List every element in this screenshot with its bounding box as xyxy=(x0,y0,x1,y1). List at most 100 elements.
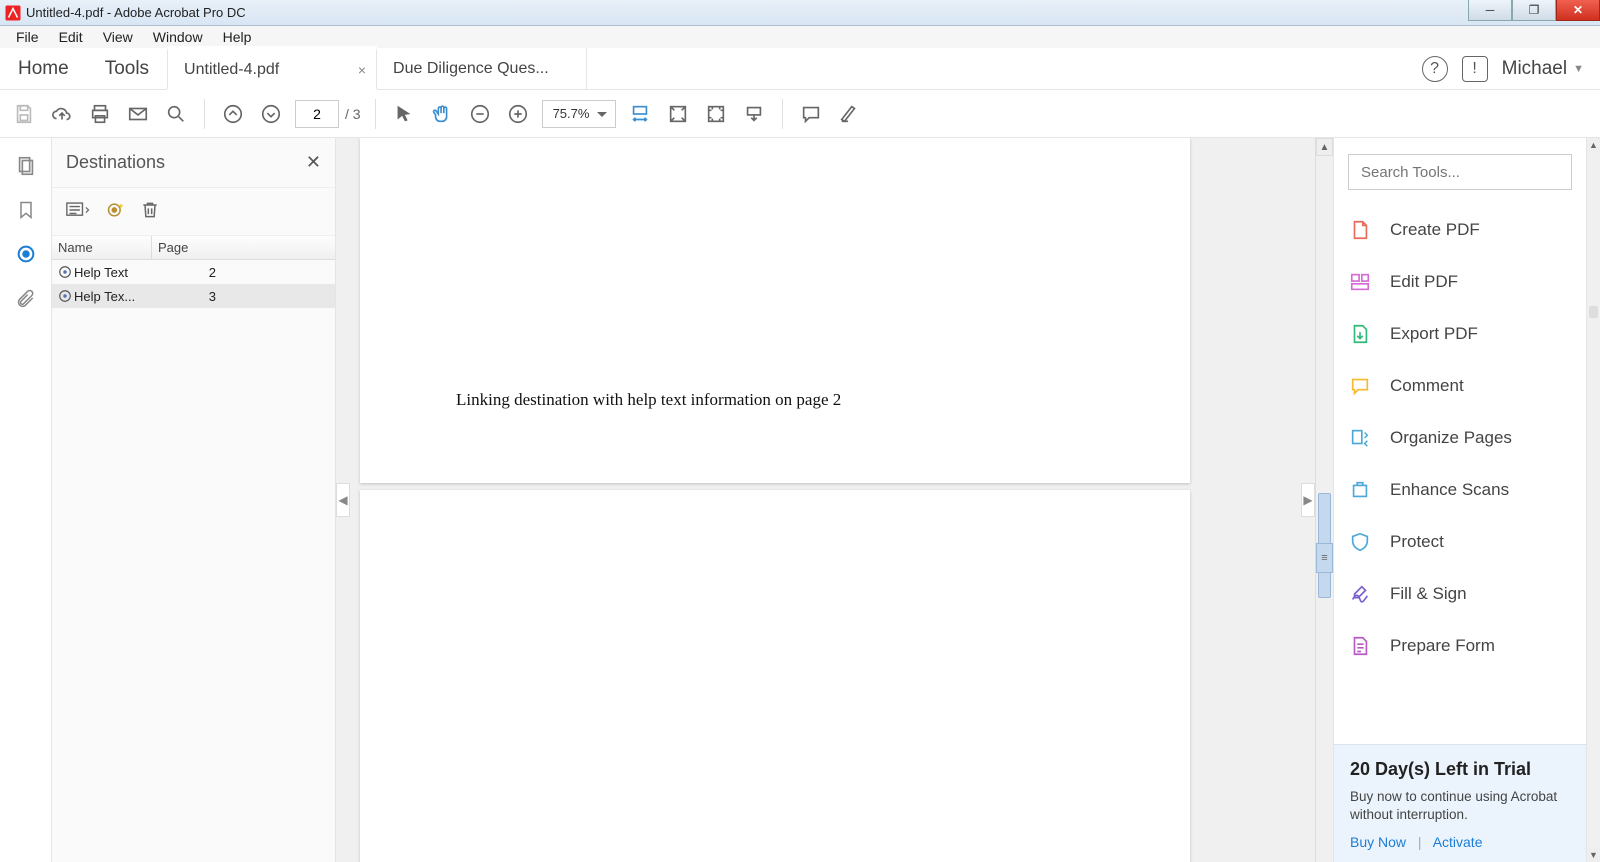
trial-title: 20 Day(s) Left in Trial xyxy=(1350,759,1570,780)
tool-icon xyxy=(1348,322,1372,346)
minimize-button[interactable]: ─ xyxy=(1468,0,1512,21)
scrollbar-grip-icon[interactable]: ≡ xyxy=(1316,543,1333,573)
search-tools-input[interactable] xyxy=(1348,154,1572,190)
tool-icon xyxy=(1348,478,1372,502)
tool-item-enhance-scans[interactable]: Enhance Scans xyxy=(1334,464,1586,516)
zoom-out-icon[interactable] xyxy=(466,100,494,128)
document-tab-1[interactable]: Untitled-4.pdf × xyxy=(167,48,377,89)
buy-now-link[interactable]: Buy Now xyxy=(1350,834,1406,850)
tool-icon xyxy=(1348,270,1372,294)
activate-link[interactable]: Activate xyxy=(1433,834,1483,850)
collapse-left-icon[interactable]: ◀ xyxy=(336,483,350,517)
scroll-up-icon[interactable]: ▲ xyxy=(1316,138,1333,156)
menu-window[interactable]: Window xyxy=(143,29,213,45)
destinations-panel: Destinations ✕ Name Page Help Text 2 Hel… xyxy=(52,138,336,862)
page-number-input[interactable] xyxy=(295,100,339,128)
tool-label: Export PDF xyxy=(1390,324,1478,344)
maximize-button[interactable]: ❐ xyxy=(1512,0,1556,21)
document-tab-1-label: Untitled-4.pdf xyxy=(184,61,279,79)
tool-label: Create PDF xyxy=(1390,220,1480,240)
tool-item-fill-sign[interactable]: Fill & Sign xyxy=(1334,568,1586,620)
help-icon[interactable]: ? xyxy=(1422,56,1448,82)
dest-columns: Name Page xyxy=(52,236,335,260)
thumbnails-icon[interactable] xyxy=(14,154,38,178)
tool-item-comment[interactable]: Comment xyxy=(1334,360,1586,412)
trial-banner: 20 Day(s) Left in Trial Buy now to conti… xyxy=(1334,744,1586,862)
pdf-page: Linking destination with help text infor… xyxy=(360,138,1190,483)
hand-tool-icon[interactable] xyxy=(428,100,456,128)
vertical-scrollbar[interactable]: ▲ ≡ xyxy=(1315,138,1333,862)
tool-label: Organize Pages xyxy=(1390,428,1512,448)
window-titlebar: Untitled-4.pdf - Adobe Acrobat Pro DC ─ … xyxy=(0,0,1600,26)
home-tab[interactable]: Home xyxy=(0,48,87,89)
highlight-icon[interactable] xyxy=(835,100,863,128)
page-viewport[interactable]: Linking destination with help text infor… xyxy=(336,138,1315,862)
new-dest-icon[interactable] xyxy=(106,200,126,223)
scroll-up-icon[interactable]: ▲ xyxy=(1587,138,1600,152)
close-tab-icon[interactable]: × xyxy=(358,62,366,78)
tool-item-export-pdf[interactable]: Export PDF xyxy=(1334,308,1586,360)
tools-scrollbar[interactable]: ▲ ▼ xyxy=(1586,138,1600,862)
destinations-icon[interactable] xyxy=(14,242,38,266)
zoom-value: 75.7% xyxy=(553,106,590,121)
tool-label: Enhance Scans xyxy=(1390,480,1509,500)
target-icon xyxy=(56,265,74,279)
col-name[interactable]: Name xyxy=(52,236,152,259)
tool-item-create-pdf[interactable]: Create PDF xyxy=(1334,204,1586,256)
dest-options-icon[interactable] xyxy=(66,200,92,223)
menu-view[interactable]: View xyxy=(93,29,143,45)
comment-icon[interactable] xyxy=(797,100,825,128)
delete-dest-icon[interactable] xyxy=(140,199,160,224)
bookmarks-icon[interactable] xyxy=(14,198,38,222)
fullscreen-icon[interactable] xyxy=(702,100,730,128)
window-title: Untitled-4.pdf - Adobe Acrobat Pro DC xyxy=(26,5,1468,20)
search-icon[interactable] xyxy=(162,100,190,128)
menu-bar: File Edit View Window Help xyxy=(0,26,1600,48)
acrobat-icon xyxy=(4,4,22,22)
dest-row[interactable]: Help Text 2 xyxy=(52,260,335,284)
link-separator: | xyxy=(1418,834,1422,850)
print-icon[interactable] xyxy=(86,100,114,128)
collapse-right-icon[interactable]: ▶ xyxy=(1301,483,1315,517)
tool-item-organize-pages[interactable]: Organize Pages xyxy=(1334,412,1586,464)
tool-item-protect[interactable]: Protect xyxy=(1334,516,1586,568)
document-tab-2-label: Due Diligence Ques... xyxy=(393,60,549,78)
tool-label: Protect xyxy=(1390,532,1444,552)
tool-label: Comment xyxy=(1390,376,1464,396)
dest-row[interactable]: Help Tex... 3 xyxy=(52,284,335,308)
fit-page-icon[interactable] xyxy=(664,100,692,128)
zoom-in-icon[interactable] xyxy=(504,100,532,128)
tools-tab[interactable]: Tools xyxy=(87,48,167,89)
tool-label: Fill & Sign xyxy=(1390,584,1467,604)
tool-icon xyxy=(1348,582,1372,606)
menu-edit[interactable]: Edit xyxy=(49,29,93,45)
document-tab-2[interactable]: Due Diligence Ques... xyxy=(377,48,587,89)
cloud-upload-icon[interactable] xyxy=(48,100,76,128)
menu-help[interactable]: Help xyxy=(213,29,262,45)
page-up-icon[interactable] xyxy=(219,100,247,128)
scroll-down-icon[interactable]: ▼ xyxy=(1587,848,1600,862)
tool-item-prepare-form[interactable]: Prepare Form xyxy=(1334,620,1586,672)
save-icon[interactable] xyxy=(10,100,38,128)
close-window-button[interactable]: ✕ xyxy=(1556,0,1600,21)
scrollbar-grip-icon[interactable] xyxy=(1589,306,1598,318)
tool-label: Prepare Form xyxy=(1390,636,1495,656)
zoom-dropdown[interactable]: 75.7% xyxy=(542,100,617,128)
dest-row-page: 3 xyxy=(182,289,222,304)
close-panel-icon[interactable]: ✕ xyxy=(306,152,321,173)
attachments-icon[interactable] xyxy=(14,286,38,310)
menu-file[interactable]: File xyxy=(6,29,49,45)
read-mode-icon[interactable] xyxy=(740,100,768,128)
email-icon[interactable] xyxy=(124,100,152,128)
page-down-icon[interactable] xyxy=(257,100,285,128)
user-menu[interactable]: Michael ▼ xyxy=(1502,58,1584,80)
chevron-down-icon: ▼ xyxy=(1573,63,1584,75)
left-rail xyxy=(0,138,52,862)
notifications-icon[interactable]: ! xyxy=(1462,56,1488,82)
target-icon xyxy=(56,289,74,303)
select-tool-icon[interactable] xyxy=(390,100,418,128)
fit-width-icon[interactable] xyxy=(626,100,654,128)
tool-item-edit-pdf[interactable]: Edit PDF xyxy=(1334,256,1586,308)
tool-icon xyxy=(1348,218,1372,242)
col-page[interactable]: Page xyxy=(152,236,202,259)
